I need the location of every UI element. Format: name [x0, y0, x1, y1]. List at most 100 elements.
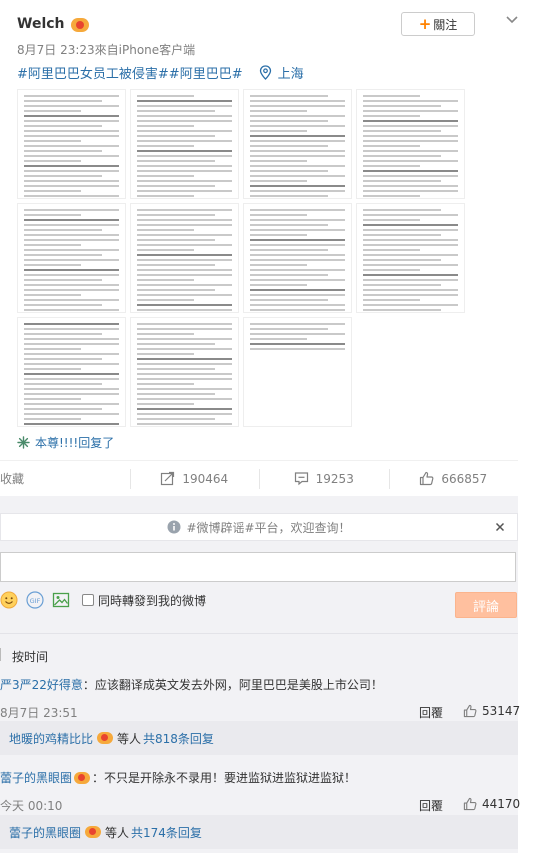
text-line — [24, 408, 102, 410]
text-line — [363, 254, 458, 256]
text-line — [137, 150, 232, 152]
sort-by-time-tab[interactable]: 按时间 — [12, 648, 48, 665]
gallery-image[interactable] — [17, 203, 126, 313]
repost-checkbox[interactable]: 同時轉發到我的微博 — [82, 592, 206, 609]
comment-time: 8月7日 23:51 — [0, 706, 78, 720]
text-line — [137, 155, 232, 157]
text-line — [363, 105, 441, 107]
text-line — [363, 249, 420, 251]
comment-author[interactable]: 严3严22好得意 — [0, 676, 83, 693]
text-line — [363, 229, 458, 231]
author-name[interactable]: Welch — [17, 16, 65, 32]
sort-divider — [0, 648, 1, 661]
sub-reply-count[interactable]: 共174条回复 — [131, 824, 202, 841]
comment-like-count: 53147 — [482, 704, 521, 718]
text-line — [137, 343, 215, 345]
post-author[interactable]: Welch — [17, 16, 89, 32]
text-line — [137, 403, 194, 405]
text-line — [137, 358, 232, 360]
text-line — [363, 274, 458, 276]
text-line — [250, 145, 328, 147]
info-icon — [167, 520, 181, 534]
like-button[interactable]: 666857 — [388, 461, 519, 496]
comment-body: ：不只是开除永不录用！要进监狱进监狱进监狱！ — [92, 771, 357, 785]
text-line — [24, 180, 119, 182]
text-line — [363, 219, 420, 221]
text-line — [137, 100, 232, 102]
text-line — [137, 209, 232, 211]
sub-replies-link[interactable]: 蕾子的黑眼圈 等人 共174条回复 — [0, 815, 518, 849]
text-line — [24, 264, 81, 266]
text-line — [250, 294, 345, 296]
hashtag-link[interactable]: #阿里巴巴女员工被侵害# — [17, 63, 169, 82]
close-icon[interactable] — [493, 520, 507, 534]
sub-reply-author[interactable]: 蕾子的黑眼圈 — [9, 824, 81, 841]
location-pin-icon — [259, 65, 271, 80]
comment-like-button[interactable]: 44170 — [463, 797, 520, 811]
comment-item: 严3严22好得意 ：应该翻译成英文发去外网，阿里巴巴是美股上市公司！ 8月7日 … — [0, 676, 520, 721]
reply-button[interactable]: 回覆 — [419, 704, 443, 721]
repost-button[interactable]: 190464 — [129, 461, 260, 496]
text-line — [137, 195, 194, 197]
hashtag-link[interactable]: #阿里巴巴# — [169, 63, 243, 82]
plus-icon: + — [418, 15, 432, 33]
gif-icon[interactable]: GIF — [26, 591, 44, 609]
text-line — [137, 130, 232, 132]
gallery-image[interactable] — [130, 203, 239, 313]
gallery-image[interactable] — [356, 89, 465, 199]
gallery-image[interactable] — [356, 203, 465, 313]
text-line — [137, 244, 232, 246]
chevron-down-icon[interactable] — [504, 12, 520, 28]
text-line — [363, 209, 441, 211]
text-line — [137, 145, 194, 147]
submit-comment-button[interactable]: 評論 — [455, 592, 517, 618]
svg-text:GIF: GIF — [30, 597, 41, 605]
comment-author[interactable]: 蕾子的黑眼圈 — [0, 769, 72, 786]
text-line — [24, 304, 102, 306]
checkbox-box[interactable] — [82, 594, 94, 606]
text-line — [24, 110, 81, 112]
gallery-image[interactable] — [243, 317, 352, 427]
gallery-image[interactable] — [130, 89, 239, 199]
location-link[interactable]: 上海 — [278, 63, 304, 82]
text-line — [24, 328, 119, 330]
author-reply-text[interactable]: 本尊!!!!回复了 — [35, 434, 114, 451]
reply-button[interactable]: 回覆 — [419, 797, 443, 814]
gallery-image[interactable] — [243, 89, 352, 199]
text-line — [363, 279, 458, 281]
text-line — [137, 135, 215, 137]
sub-reply-count[interactable]: 共818条回复 — [143, 730, 214, 747]
text-line — [363, 165, 420, 167]
post-meta: 8月7日 23:23來自iPhone客户端 — [17, 43, 196, 57]
emoji-icon[interactable] — [0, 591, 18, 609]
gallery-image[interactable] — [17, 89, 126, 199]
text-line — [24, 214, 81, 216]
gallery-image[interactable] — [130, 317, 239, 427]
comment-input[interactable] — [0, 552, 516, 582]
user-badge-icon — [85, 826, 102, 838]
text-line — [137, 408, 232, 410]
text-line — [137, 140, 232, 142]
text-line — [363, 185, 458, 187]
sub-replies-link[interactable]: 地暖的鸡精比比 等人 共818条回复 — [0, 721, 518, 755]
thumbs-up-icon — [463, 797, 477, 811]
gallery-image[interactable] — [243, 203, 352, 313]
text-line — [137, 338, 232, 340]
text-line — [137, 299, 194, 301]
text-line — [250, 135, 345, 137]
sub-reply-author[interactable]: 地暖的鸡精比比 — [9, 730, 93, 747]
text-line — [24, 239, 119, 241]
notice-text[interactable]: #微博辟谣#平台，欢迎查询！ — [186, 519, 350, 536]
image-icon[interactable] — [52, 591, 70, 609]
text-line — [137, 393, 215, 395]
gallery-image[interactable] — [17, 317, 126, 427]
comment-like-button[interactable]: 53147 — [463, 704, 520, 718]
text-line — [137, 239, 215, 241]
follow-label: 關注 — [433, 17, 458, 32]
text-line — [137, 249, 194, 251]
comment-button[interactable]: 19253 — [259, 461, 389, 496]
follow-button[interactable]: + 關注 — [401, 12, 475, 36]
favorite-button[interactable]: 收藏 — [0, 461, 130, 496]
text-line — [24, 348, 81, 350]
author-reply-link[interactable]: 本尊!!!!回复了 — [17, 434, 114, 451]
